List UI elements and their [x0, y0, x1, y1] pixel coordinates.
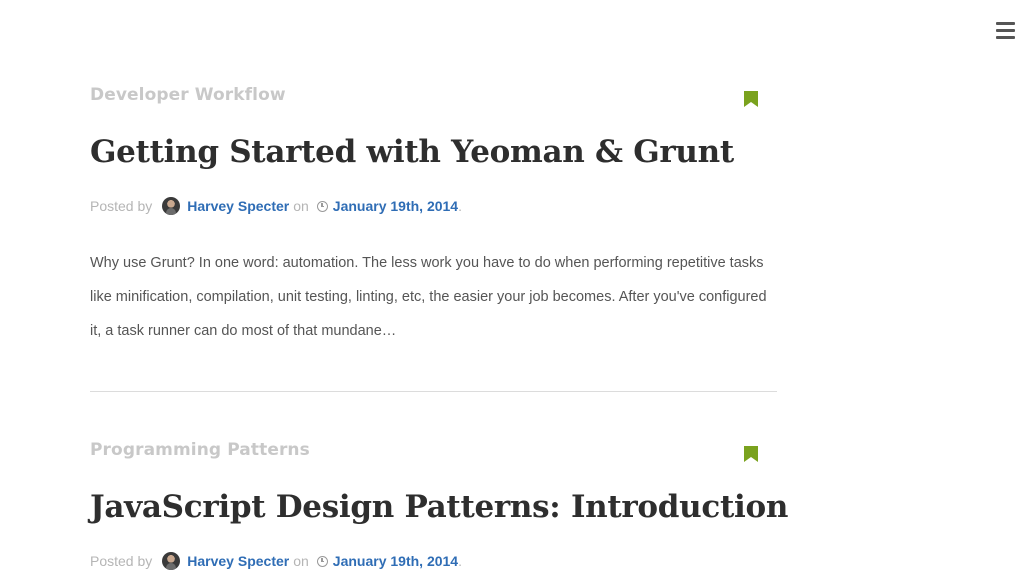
author-avatar[interactable] — [162, 197, 181, 215]
post-title[interactable]: Getting Started with Yeoman & Grunt — [90, 132, 734, 172]
post-meta: Posted by Harvey Specter on January 19th… — [90, 196, 462, 216]
menu-bar — [996, 36, 1015, 39]
hamburger-menu-icon[interactable] — [996, 22, 1015, 40]
author-link[interactable]: Harvey Specter — [187, 551, 289, 570]
menu-bar — [996, 22, 1015, 25]
clock-icon — [316, 555, 328, 567]
posted-by-label: Posted by — [90, 198, 153, 214]
post-card: Programming Patterns JavaScript Design P… — [90, 439, 788, 570]
menu-bar — [996, 29, 1015, 32]
post-category-link[interactable]: Developer Workflow — [90, 84, 286, 106]
post-excerpt: Why use Grunt? In one word: automation. … — [90, 255, 767, 339]
post-date-link[interactable]: January 19th, 2014 — [333, 196, 458, 216]
author-avatar[interactable] — [162, 552, 181, 570]
bookmark-icon[interactable] — [744, 446, 758, 462]
post-title[interactable]: JavaScript Design Patterns: Introduction — [90, 487, 788, 527]
post-meta: Posted by Harvey Specter on January 19th… — [90, 551, 462, 570]
clock-icon — [316, 200, 328, 212]
post-date-link[interactable]: January 19th, 2014 — [333, 551, 458, 570]
posted-by-label: Posted by — [90, 553, 153, 569]
on-label: on — [293, 553, 309, 569]
post-category-link[interactable]: Programming Patterns — [90, 439, 310, 461]
date-suffix: . — [458, 198, 462, 214]
post-card: Developer Workflow Getting Started with … — [90, 84, 777, 339]
on-label: on — [293, 198, 309, 214]
date-suffix: . — [458, 553, 462, 569]
author-link[interactable]: Harvey Specter — [187, 196, 289, 216]
blog-page: Developer Workflow Getting Started with … — [0, 0, 1024, 570]
post-divider — [90, 391, 777, 392]
bookmark-icon[interactable] — [744, 91, 758, 107]
